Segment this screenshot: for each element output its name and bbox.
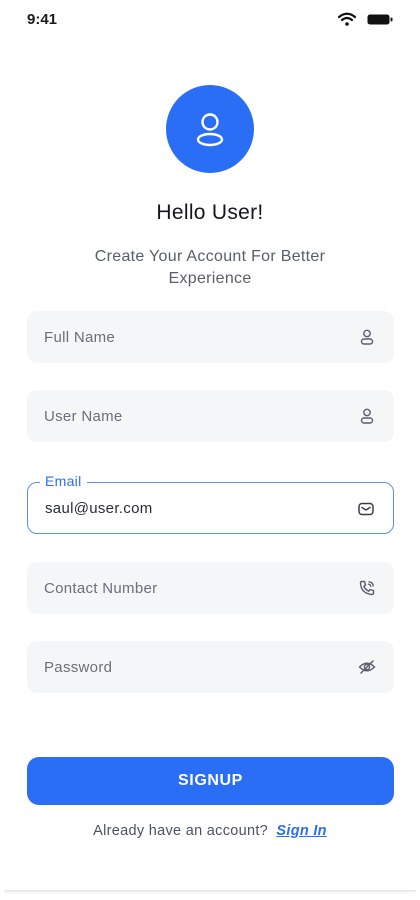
email-input[interactable]: [45, 483, 345, 533]
user-name-input[interactable]: [44, 390, 344, 442]
password-field[interactable]: [27, 641, 394, 693]
battery-icon: [367, 14, 393, 25]
contact-number-input[interactable]: [44, 562, 344, 614]
frame-shadow: [4, 890, 416, 894]
full-name-input[interactable]: [44, 311, 344, 363]
page-subtitle: Create Your Account For Better Experienc…: [94, 248, 326, 287]
user-icon: [360, 408, 374, 424]
signin-link[interactable]: Sign In: [276, 823, 326, 839]
signup-button[interactable]: SIGNUP: [27, 757, 394, 805]
password-input[interactable]: [44, 641, 344, 693]
user-icon: [196, 113, 224, 147]
signin-prompt: Already have an account?: [93, 823, 269, 839]
avatar: [166, 85, 254, 173]
page-title: Hello User!: [156, 201, 264, 224]
mail-icon: [358, 502, 374, 516]
status-time: 9:41: [27, 11, 58, 28]
phone-icon: [359, 580, 375, 596]
eye-off-icon[interactable]: [358, 658, 376, 676]
status-bar: 9:41: [0, 0, 420, 40]
signin-row: Already have an account? Sign In: [0, 823, 420, 839]
signup-screen: 9:41 Hello User! Create Your Account For…: [0, 0, 420, 900]
user-name-field[interactable]: [27, 390, 394, 442]
contact-number-field[interactable]: [27, 562, 394, 614]
full-name-field[interactable]: [27, 311, 394, 363]
wifi-icon: [338, 12, 356, 26]
email-field[interactable]: Email: [27, 473, 394, 534]
user-icon: [360, 329, 374, 345]
